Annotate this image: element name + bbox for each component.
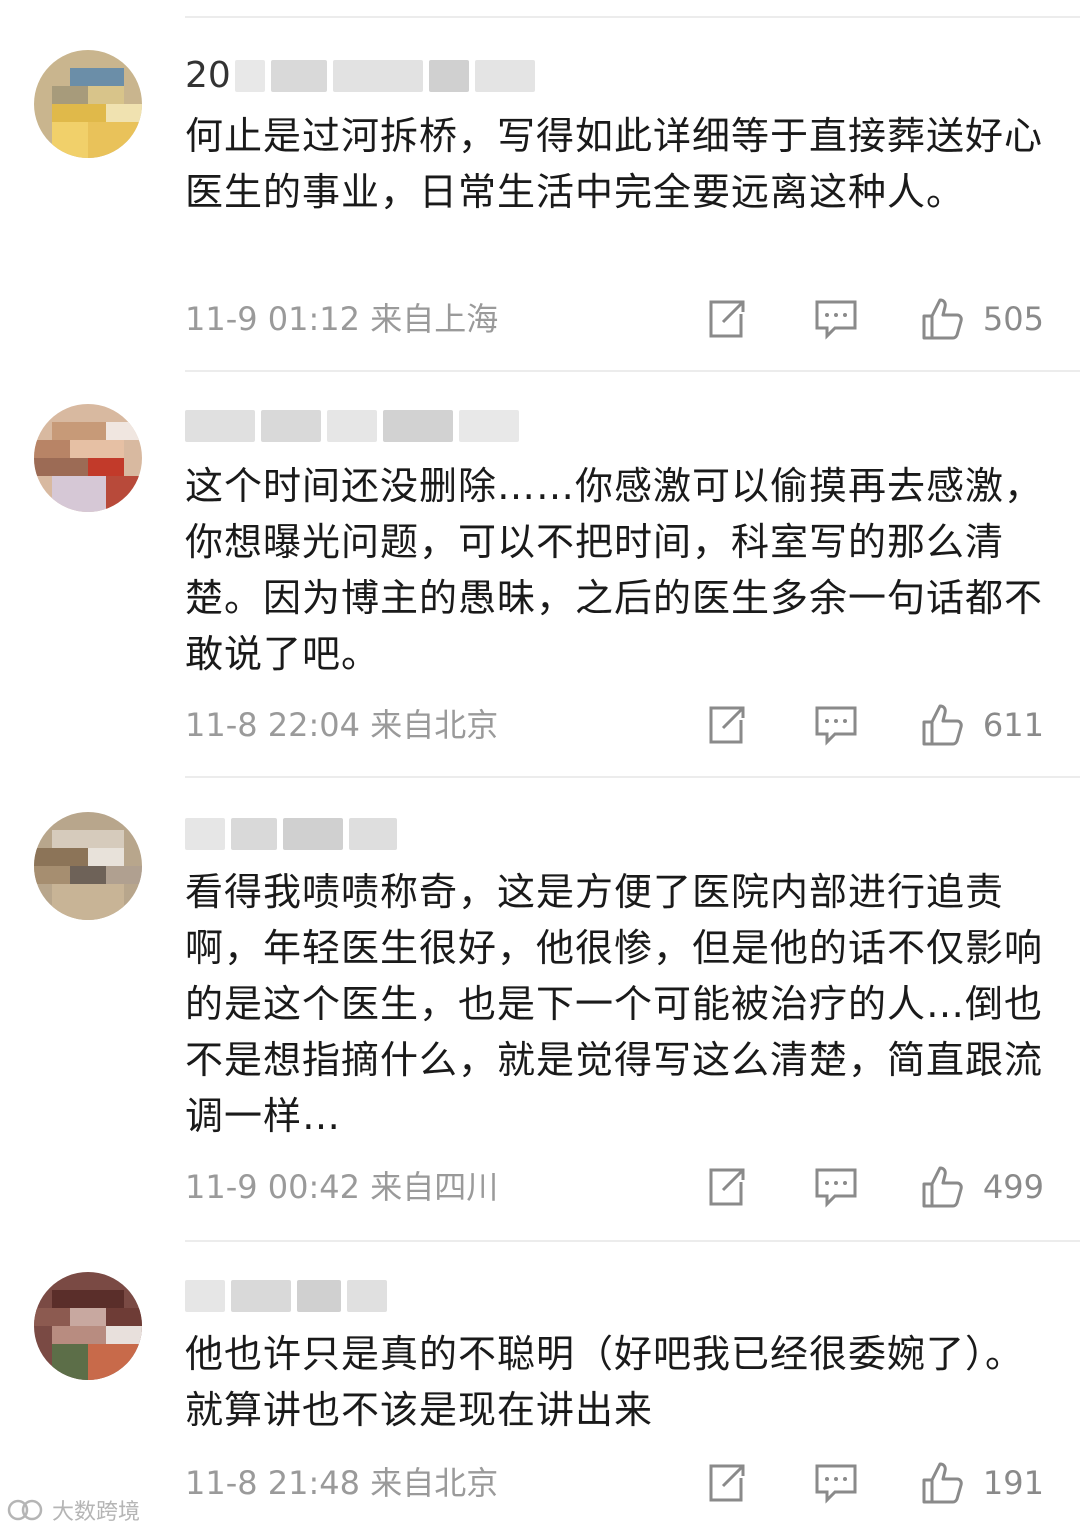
thumbs-up-icon[interactable] — [920, 702, 966, 748]
watermark-text: 大数跨境 — [52, 1500, 141, 1525]
comment-meta: 11-8 22:04 来自北京 611 — [185, 700, 1044, 750]
avatar[interactable] — [34, 1272, 142, 1380]
comment-text: 他也许只是真的不聪明（好吧我已经很委婉了）。就算讲也不该是现在讲出来 — [185, 1332, 1025, 1432]
share-icon[interactable] — [703, 1460, 749, 1506]
blurred-username — [235, 56, 535, 96]
thumbs-up-icon[interactable] — [920, 296, 966, 342]
avatar[interactable] — [34, 404, 142, 512]
like-count: 499 — [982, 1168, 1044, 1206]
comment-time: 11-9 00:42 来自四川 — [185, 1168, 499, 1206]
comment-meta: 11-9 01:12 来自上海 505 — [185, 294, 1044, 344]
avatar[interactable] — [34, 812, 142, 920]
watermark-logo-icon — [7, 1499, 43, 1521]
comment-icon[interactable] — [813, 702, 859, 748]
thumbs-up-icon[interactable] — [920, 1164, 966, 1210]
blurred-username — [185, 1276, 387, 1316]
avatar[interactable] — [34, 50, 142, 158]
comment-time: 11-8 21:48 来自北京 — [185, 1464, 499, 1502]
share-icon[interactable] — [703, 702, 749, 748]
username[interactable]: 20 — [185, 56, 231, 96]
share-icon[interactable] — [703, 1164, 749, 1210]
comment-meta: 11-9 00:42 来自四川 499 — [185, 1162, 1044, 1212]
thumbs-up-icon[interactable] — [920, 1460, 966, 1506]
comment-icon[interactable] — [813, 296, 859, 342]
watermark: 大数跨境 — [6, 1494, 140, 1526]
comment-icon[interactable] — [813, 1460, 859, 1506]
divider — [185, 370, 1080, 372]
divider — [185, 16, 1080, 18]
like-count: 611 — [982, 706, 1044, 744]
comment-text: 何止是过河拆桥，写得如此详细等于直接葬送好心医生的事业，日常生活中完全要远离这种… — [185, 114, 1044, 214]
blurred-username — [185, 814, 397, 854]
comment-time: 11-8 22:04 来自北京 — [185, 706, 499, 744]
comment-icon[interactable] — [813, 1164, 859, 1210]
like-count: 191 — [982, 1464, 1044, 1502]
comment-text: 这个时间还没删除……你感激可以偷摸再去感激，你想曝光问题，可以不把时间，科室写的… — [185, 464, 1044, 676]
divider — [185, 776, 1080, 778]
like-count: 505 — [982, 300, 1044, 338]
comment-meta: 11-8 21:48 来自北京 191 — [185, 1458, 1044, 1508]
blurred-username — [185, 406, 519, 446]
share-icon[interactable] — [703, 296, 749, 342]
divider — [185, 1240, 1080, 1242]
comment-text: 看得我啧啧称奇，这是方便了医院内部进行追责啊，年轻医生很好，他很惨，但是他的话不… — [185, 870, 1044, 1138]
comment-time: 11-9 01:12 来自上海 — [185, 300, 499, 338]
